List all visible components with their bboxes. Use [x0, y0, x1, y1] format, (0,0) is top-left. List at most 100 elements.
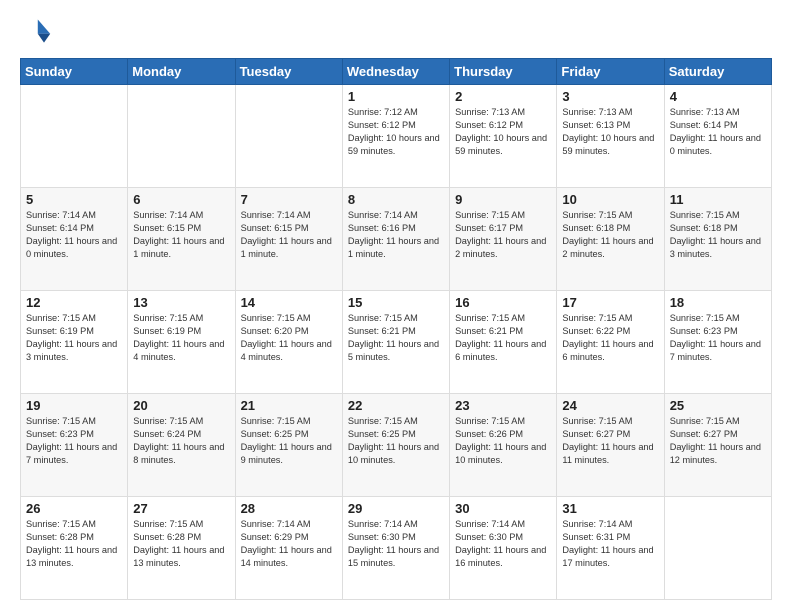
day-cell: 5 Sunrise: 7:14 AM Sunset: 6:14 PM Daylig…: [21, 188, 128, 291]
day-info: Sunrise: 7:14 AM Sunset: 6:16 PM Dayligh…: [348, 209, 444, 261]
day-number: 1: [348, 89, 444, 104]
logo-icon: [20, 16, 52, 48]
day-number: 28: [241, 501, 337, 516]
day-cell: 7Sunrise: 7:14 AM Sunset: 6:15 PM Daylig…: [235, 188, 342, 291]
day-cell: 14 Sunrise: 7:15 AM Sunset: 6:20 PM Dayli…: [235, 291, 342, 394]
day-number: 12: [26, 295, 122, 310]
day-number: 31: [562, 501, 658, 516]
day-info: Sunrise: 7:15 AM Sunset: 6:23 PM Dayligh…: [670, 312, 766, 364]
day-cell: 8 Sunrise: 7:14 AM Sunset: 6:16 PM Daylig…: [342, 188, 449, 291]
day-number: 4: [670, 89, 766, 104]
day-info: Sunrise: 7:15 AM Sunset: 6:27 PM Dayligh…: [562, 415, 658, 467]
day-number: 11: [670, 192, 766, 207]
day-number: 30: [455, 501, 551, 516]
day-cell: 13 Sunrise: 7:15 AM Sunset: 6:19 PM Dayli…: [128, 291, 235, 394]
day-cell: 10 Sunrise: 7:15 AM Sunset: 6:18 PM Dayli…: [557, 188, 664, 291]
day-cell: 11Sunrise: 7:15 AM Sunset: 6:18 PM Dayli…: [664, 188, 771, 291]
day-number: 20: [133, 398, 229, 413]
day-number: 19: [26, 398, 122, 413]
day-info: Sunrise: 7:13 AM Sunset: 6:14 PM Dayligh…: [670, 106, 766, 158]
day-info: Sunrise: 7:15 AM Sunset: 6:20 PM Dayligh…: [241, 312, 337, 364]
col-header-monday: Monday: [128, 59, 235, 85]
day-cell: 20 Sunrise: 7:15 AM Sunset: 6:24 PM Dayli…: [128, 394, 235, 497]
day-info: Sunrise: 7:13 AM Sunset: 6:12 PM Dayligh…: [455, 106, 551, 158]
day-number: 2: [455, 89, 551, 104]
day-info: Sunrise: 7:14 AM Sunset: 6:30 PM Dayligh…: [455, 518, 551, 570]
col-header-tuesday: Tuesday: [235, 59, 342, 85]
day-number: 29: [348, 501, 444, 516]
day-info: Sunrise: 7:15 AM Sunset: 6:19 PM Dayligh…: [26, 312, 122, 364]
week-row-3: 12 Sunrise: 7:15 AM Sunset: 6:19 PM Dayli…: [21, 291, 772, 394]
col-header-friday: Friday: [557, 59, 664, 85]
day-info: Sunrise: 7:15 AM Sunset: 6:21 PM Dayligh…: [455, 312, 551, 364]
day-info: Sunrise: 7:15 AM Sunset: 6:25 PM Dayligh…: [241, 415, 337, 467]
day-cell: 24 Sunrise: 7:15 AM Sunset: 6:27 PM Dayli…: [557, 394, 664, 497]
day-info: Sunrise: 7:15 AM Sunset: 6:25 PM Dayligh…: [348, 415, 444, 467]
day-cell: 17 Sunrise: 7:15 AM Sunset: 6:22 PM Dayli…: [557, 291, 664, 394]
col-header-thursday: Thursday: [450, 59, 557, 85]
day-info: Sunrise: 7:15 AM Sunset: 6:17 PM Dayligh…: [455, 209, 551, 261]
day-cell: 16Sunrise: 7:15 AM Sunset: 6:21 PM Dayli…: [450, 291, 557, 394]
day-number: 9: [455, 192, 551, 207]
col-header-wednesday: Wednesday: [342, 59, 449, 85]
day-info: Sunrise: 7:15 AM Sunset: 6:26 PM Dayligh…: [455, 415, 551, 467]
logo: [20, 16, 56, 48]
day-cell: 28 Sunrise: 7:14 AM Sunset: 6:29 PM Dayli…: [235, 497, 342, 600]
day-cell: 9 Sunrise: 7:15 AM Sunset: 6:17 PM Daylig…: [450, 188, 557, 291]
day-info: Sunrise: 7:14 AM Sunset: 6:29 PM Dayligh…: [241, 518, 337, 570]
day-number: 26: [26, 501, 122, 516]
day-info: Sunrise: 7:15 AM Sunset: 6:24 PM Dayligh…: [133, 415, 229, 467]
day-cell: 25 Sunrise: 7:15 AM Sunset: 6:27 PM Dayli…: [664, 394, 771, 497]
day-number: 5: [26, 192, 122, 207]
week-row-5: 26 Sunrise: 7:15 AM Sunset: 6:28 PM Dayli…: [21, 497, 772, 600]
day-info: Sunrise: 7:15 AM Sunset: 6:19 PM Dayligh…: [133, 312, 229, 364]
day-cell: 15 Sunrise: 7:15 AM Sunset: 6:21 PM Dayli…: [342, 291, 449, 394]
day-info: Sunrise: 7:15 AM Sunset: 6:21 PM Dayligh…: [348, 312, 444, 364]
day-info: Sunrise: 7:15 AM Sunset: 6:27 PM Dayligh…: [670, 415, 766, 467]
day-number: 8: [348, 192, 444, 207]
page: SundayMondayTuesdayWednesdayThursdayFrid…: [0, 0, 792, 612]
day-info: Sunrise: 7:12 AM Sunset: 6:12 PM Dayligh…: [348, 106, 444, 158]
day-info: Sunrise: 7:13 AM Sunset: 6:13 PM Dayligh…: [562, 106, 658, 158]
day-cell: 26Sunrise: 7:15 AM Sunset: 6:28 PM Dayli…: [21, 497, 128, 600]
day-cell: 3 Sunrise: 7:13 AM Sunset: 6:13 PM Daylig…: [557, 85, 664, 188]
day-cell: 18Sunrise: 7:15 AM Sunset: 6:23 PM Dayli…: [664, 291, 771, 394]
calendar: SundayMondayTuesdayWednesdayThursdayFrid…: [20, 58, 772, 600]
day-info: Sunrise: 7:15 AM Sunset: 6:28 PM Dayligh…: [133, 518, 229, 570]
day-cell: [128, 85, 235, 188]
day-number: 27: [133, 501, 229, 516]
day-cell: 23 Sunrise: 7:15 AM Sunset: 6:26 PM Dayli…: [450, 394, 557, 497]
week-row-1: 1 Sunrise: 7:12 AM Sunset: 6:12 PM Daylig…: [21, 85, 772, 188]
day-cell: 31 Sunrise: 7:14 AM Sunset: 6:31 PM Dayli…: [557, 497, 664, 600]
day-cell: 19 Sunrise: 7:15 AM Sunset: 6:23 PM Dayli…: [21, 394, 128, 497]
day-number: 21: [241, 398, 337, 413]
day-number: 25: [670, 398, 766, 413]
day-info: Sunrise: 7:14 AM Sunset: 6:30 PM Dayligh…: [348, 518, 444, 570]
day-info: Sunrise: 7:15 AM Sunset: 6:23 PM Dayligh…: [26, 415, 122, 467]
day-number: 13: [133, 295, 229, 310]
day-number: 22: [348, 398, 444, 413]
day-info: Sunrise: 7:15 AM Sunset: 6:22 PM Dayligh…: [562, 312, 658, 364]
day-info: Sunrise: 7:14 AM Sunset: 6:14 PM Dayligh…: [26, 209, 122, 261]
week-row-4: 19 Sunrise: 7:15 AM Sunset: 6:23 PM Dayli…: [21, 394, 772, 497]
day-info: Sunrise: 7:14 AM Sunset: 6:15 PM Dayligh…: [133, 209, 229, 261]
calendar-header-row: SundayMondayTuesdayWednesdayThursdayFrid…: [21, 59, 772, 85]
day-number: 14: [241, 295, 337, 310]
day-cell: 22 Sunrise: 7:15 AM Sunset: 6:25 PM Dayli…: [342, 394, 449, 497]
day-cell: 1 Sunrise: 7:12 AM Sunset: 6:12 PM Daylig…: [342, 85, 449, 188]
day-cell: [664, 497, 771, 600]
day-number: 24: [562, 398, 658, 413]
day-number: 17: [562, 295, 658, 310]
col-header-sunday: Sunday: [21, 59, 128, 85]
day-cell: 21 Sunrise: 7:15 AM Sunset: 6:25 PM Dayli…: [235, 394, 342, 497]
day-number: 23: [455, 398, 551, 413]
week-row-2: 5 Sunrise: 7:14 AM Sunset: 6:14 PM Daylig…: [21, 188, 772, 291]
day-info: Sunrise: 7:14 AM Sunset: 6:31 PM Dayligh…: [562, 518, 658, 570]
day-cell: 6 Sunrise: 7:14 AM Sunset: 6:15 PM Daylig…: [128, 188, 235, 291]
day-info: Sunrise: 7:15 AM Sunset: 6:18 PM Dayligh…: [562, 209, 658, 261]
day-number: 3: [562, 89, 658, 104]
day-number: 6: [133, 192, 229, 207]
day-number: 15: [348, 295, 444, 310]
day-cell: 4 Sunrise: 7:13 AM Sunset: 6:14 PM Daylig…: [664, 85, 771, 188]
day-number: 10: [562, 192, 658, 207]
